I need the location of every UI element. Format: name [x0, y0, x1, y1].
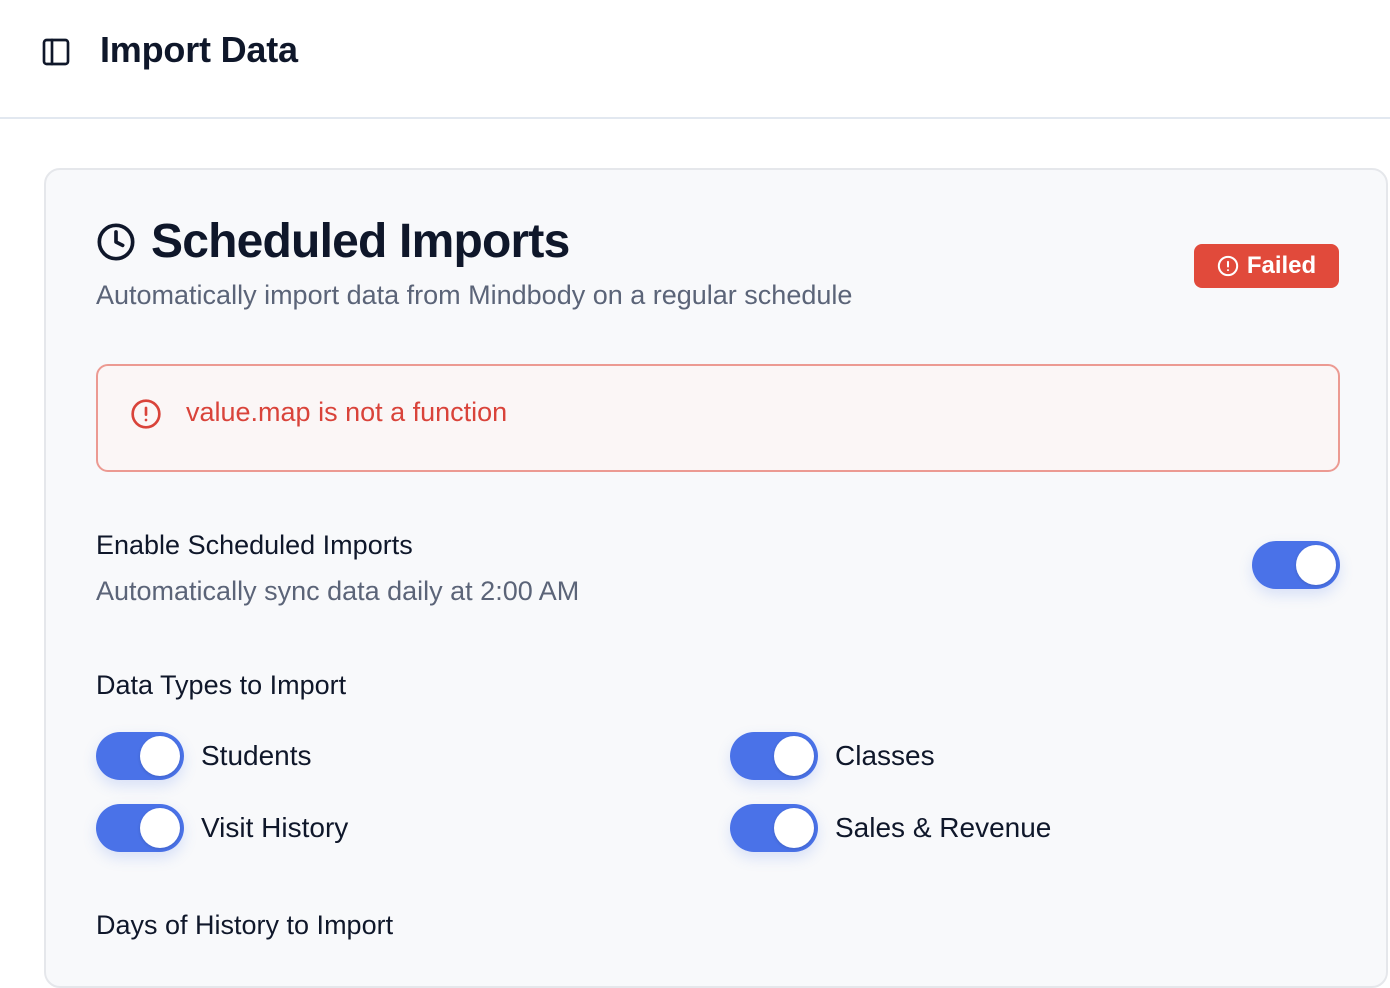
- alert-circle-icon: [1217, 255, 1238, 277]
- history-days-heading: Days of History to Import: [96, 910, 394, 940]
- card-subtitle: Automatically import data from Mindbody …: [96, 280, 853, 310]
- enable-scheduled-imports-description: Automatically sync data daily at 2:00 AM: [96, 576, 580, 606]
- card-title: Scheduled Imports: [151, 215, 570, 268]
- data-type-visit-history: Visit History: [96, 804, 348, 852]
- clock-icon: [97, 223, 135, 261]
- data-types-heading: Data Types to Import: [96, 670, 347, 700]
- status-badge-label: Failed: [1246, 252, 1317, 279]
- toggle-knob: [1296, 545, 1336, 585]
- classes-label: Classes: [835, 740, 935, 771]
- toggle-knob: [140, 808, 180, 848]
- sales-revenue-toggle[interactable]: [730, 804, 818, 852]
- toggle-knob: [140, 736, 180, 776]
- enable-scheduled-imports-label: Enable Scheduled Imports: [96, 530, 413, 560]
- sidebar-toggle-button[interactable]: [36, 32, 76, 72]
- toggle-knob: [774, 808, 814, 848]
- data-type-classes: Classes: [730, 732, 935, 780]
- status-badge: Failed: [1194, 244, 1339, 288]
- visit-history-label: Visit History: [201, 812, 349, 843]
- students-toggle[interactable]: [96, 732, 184, 780]
- sales-revenue-label: Sales & Revenue: [835, 812, 1052, 843]
- sidebar-panel-icon: [42, 38, 70, 66]
- classes-toggle[interactable]: [730, 732, 818, 780]
- error-alert: value.map is not a function: [96, 364, 1340, 472]
- page-title: Import Data: [100, 29, 298, 70]
- top-bar: Import Data: [0, 0, 1390, 119]
- error-message: value.map is not a function: [186, 397, 508, 427]
- scheduled-imports-card: Scheduled Imports Automatically import d…: [44, 168, 1388, 988]
- data-type-students: Students: [96, 732, 312, 780]
- alert-circle-icon: [131, 399, 161, 429]
- visit-history-toggle[interactable]: [96, 804, 184, 852]
- toggle-knob: [774, 736, 814, 776]
- students-label: Students: [201, 740, 312, 771]
- enable-scheduled-imports-toggle[interactable]: [1252, 541, 1340, 589]
- data-type-sales-revenue: Sales & Revenue: [730, 804, 1051, 852]
